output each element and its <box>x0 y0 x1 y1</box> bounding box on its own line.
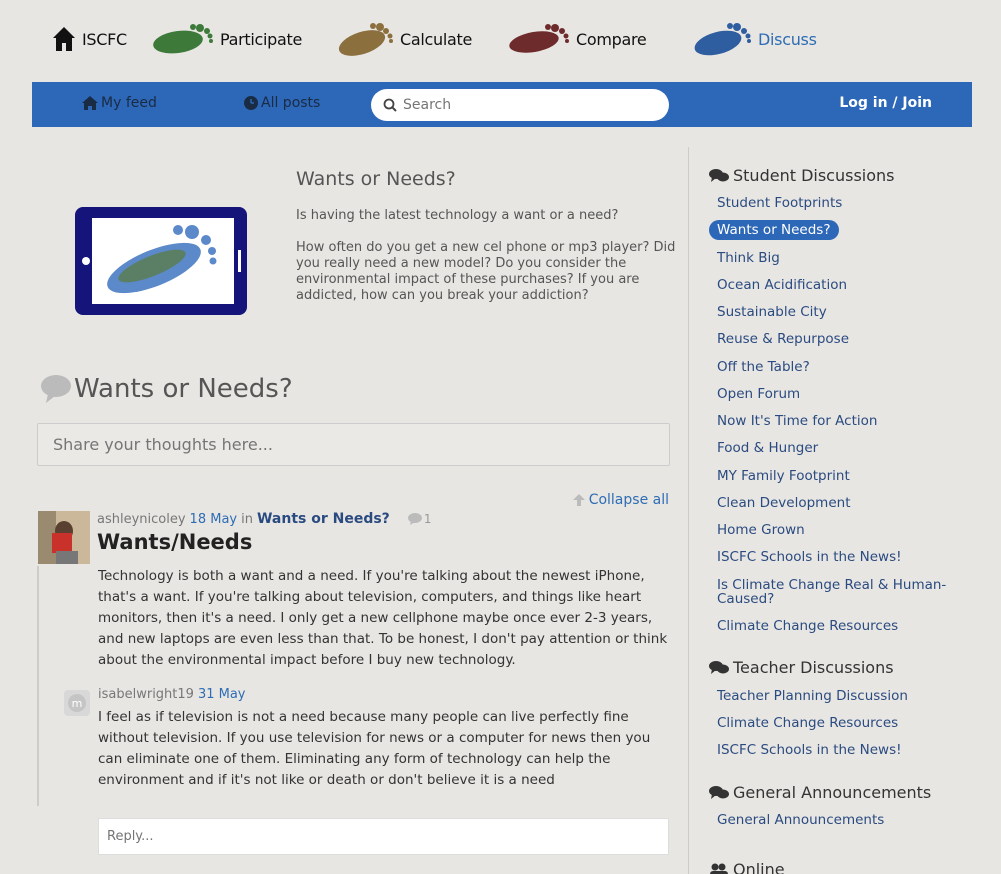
speech-bubbles-icon <box>709 785 729 799</box>
sidebar-divider <box>688 147 689 874</box>
discussion-header: Wants or Needs? <box>40 374 293 404</box>
house-icon <box>53 27 75 51</box>
sidebar-item-time-for-action[interactable]: Now It's Time for Action <box>717 414 877 428</box>
nav-compare[interactable]: Compare <box>508 14 647 64</box>
reply-meta: isabelwright19 31 May <box>98 687 246 702</box>
tablet-footprint-image <box>75 207 247 315</box>
nav-label: Compare <box>576 29 647 49</box>
sidebar-item-schools-in-news[interactable]: ISCFC Schools in the News! <box>717 550 902 564</box>
reply-body: I feel as if television is not a need be… <box>98 709 651 788</box>
heading-label: General Announcements <box>733 783 932 802</box>
nav-label: Calculate <box>400 29 473 49</box>
heading-label: Teacher Discussions <box>733 658 894 677</box>
sidebar-item-family-footprint[interactable]: MY Family Footprint <box>717 469 850 483</box>
sidebar-item-home-grown[interactable]: Home Grown <box>717 523 805 537</box>
login-join-link[interactable]: Log in / Join <box>839 95 932 111</box>
reply-box[interactable] <box>98 818 669 855</box>
student-discussions-heading: Student Discussions <box>709 166 895 185</box>
reply-input[interactable] <box>107 829 647 844</box>
sidebar-item-sustainable-city[interactable]: Sustainable City <box>717 305 827 319</box>
sidebar-item-think-big[interactable]: Think Big <box>717 251 780 265</box>
heading-label: Online <box>733 860 785 874</box>
secondary-navbar: My feed All posts Log in / Join <box>32 82 972 127</box>
teacher-discussions-heading: Teacher Discussions <box>709 658 894 677</box>
tan-footprint-icon <box>338 23 393 56</box>
nav-participate[interactable]: Participate <box>152 14 302 64</box>
nav-iscfc[interactable]: ISCFC <box>52 14 127 64</box>
search-icon <box>383 98 397 112</box>
my-feed-label: My feed <box>101 95 157 111</box>
speech-bubble-icon <box>41 375 71 403</box>
intro-title: Wants or Needs? <box>296 168 456 190</box>
speech-bubbles-icon <box>709 660 729 674</box>
search-input[interactable] <box>403 97 643 113</box>
speech-bubbles-icon <box>709 168 729 182</box>
nav-calculate[interactable]: Calculate <box>336 14 472 64</box>
general-announcements-heading: General Announcements <box>709 783 931 802</box>
green-footprint-icon <box>153 24 213 54</box>
sidebar-item-wants-or-needs[interactable]: Wants or Needs? <box>709 220 839 240</box>
reply-date[interactable]: 31 May <box>198 687 246 702</box>
sidebar-item-clean-development[interactable]: Clean Development <box>717 496 850 510</box>
clock-icon <box>244 96 258 110</box>
users-icon <box>710 863 728 874</box>
reply-author[interactable]: isabelwright19 <box>98 687 194 702</box>
sidebar-item-student-footprints[interactable]: Student Footprints <box>717 196 842 210</box>
discussion-title: Wants or Needs? <box>74 374 293 404</box>
share-thoughts-box[interactable] <box>37 423 670 466</box>
avatar[interactable]: m <box>64 690 90 716</box>
all-posts-link[interactable]: All posts <box>244 95 320 111</box>
house-icon <box>82 96 98 110</box>
avatar[interactable] <box>38 511 90 564</box>
sidebar-item-general-announcements[interactable]: General Announcements <box>717 813 884 827</box>
post-date[interactable]: 18 May <box>190 512 238 527</box>
my-feed-link[interactable]: My feed <box>82 95 157 111</box>
post-category[interactable]: Wants or Needs? <box>257 511 390 527</box>
nav-label: ISCFC <box>82 29 127 49</box>
thread-line <box>37 566 39 806</box>
all-posts-label: All posts <box>261 95 321 111</box>
nav-discuss[interactable]: Discuss <box>692 14 817 64</box>
blue-footprint-icon <box>694 23 751 56</box>
collapse-all-button[interactable]: Collapse all <box>572 492 669 508</box>
comment-count-value: 1 <box>423 512 432 526</box>
avatar-letter: m <box>68 694 86 712</box>
intro-description: Is having the latest technology a want o… <box>296 208 676 320</box>
intro-paragraph: Is having the latest technology a want o… <box>296 208 619 223</box>
collapse-all-label: Collapse all <box>588 492 669 508</box>
post-author[interactable]: ashleynicoley <box>97 512 186 527</box>
sidebar-item-teacher-planning[interactable]: Teacher Planning Discussion <box>717 689 908 703</box>
red-footprint-icon <box>509 24 569 53</box>
search-box[interactable] <box>371 89 669 121</box>
sidebar-item-reuse-repurpose[interactable]: Reuse & Repurpose <box>717 332 849 346</box>
comment-icon <box>407 513 422 525</box>
sidebar-item-climate-resources[interactable]: Climate Change Resources <box>717 619 898 633</box>
intro-paragraph: How often do you get a new cel phone or … <box>296 240 676 303</box>
comment-count[interactable]: 1 <box>407 512 432 526</box>
post-meta: ashleynicoley 18 May in Wants or Needs? … <box>97 511 431 527</box>
share-thoughts-input[interactable] <box>53 435 653 454</box>
sidebar-item-teacher-schools-news[interactable]: ISCFC Schools in the News! <box>717 743 902 757</box>
post-title[interactable]: Wants/Needs <box>97 530 252 554</box>
sidebar-item-ocean-acidification[interactable]: Ocean Acidification <box>717 278 847 292</box>
sidebar-item-teacher-climate-resources[interactable]: Climate Change Resources <box>717 716 898 730</box>
heading-label: Student Discussions <box>733 166 895 185</box>
sidebar-item-off-the-table[interactable]: Off the Table? <box>717 360 810 374</box>
top-navigation: ISCFC Participate Calculate Compare Disc… <box>0 0 1001 80</box>
nav-label: Participate <box>220 29 303 49</box>
nav-label: Discuss <box>758 29 817 49</box>
post-body: Technology is both a want and a need. If… <box>98 568 668 668</box>
post-in-label: in <box>241 511 253 527</box>
sidebar-item-food-hunger[interactable]: Food & Hunger <box>717 441 818 455</box>
sidebar-item-open-forum[interactable]: Open Forum <box>717 387 800 401</box>
sidebar-item-climate-change-real[interactable]: Is Climate Change Real & Human-Caused? <box>717 578 957 606</box>
online-heading: Online <box>709 860 785 874</box>
arrow-up-icon <box>572 494 585 506</box>
